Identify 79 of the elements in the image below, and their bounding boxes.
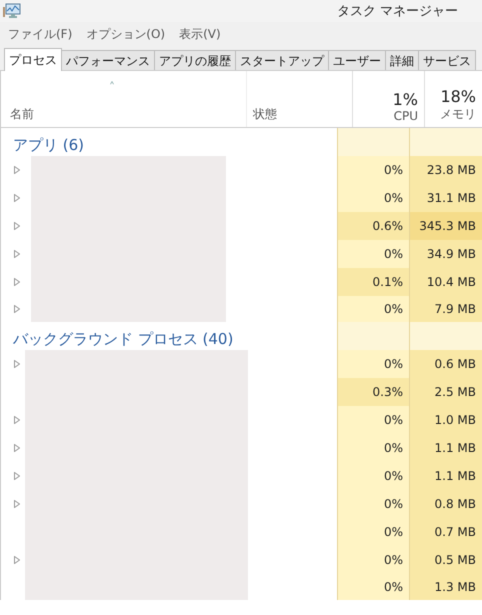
menu-item[interactable]: 表示(V) (179, 26, 221, 42)
cpu-cell: 0% (337, 490, 409, 518)
tab[interactable]: サービス (418, 50, 476, 70)
expand-arrow-icon[interactable] (14, 444, 20, 452)
process-row[interactable]: 0% 0.8 MB (1, 490, 482, 518)
process-row[interactable]: 0% 31.1 MB (1, 184, 482, 212)
process-row[interactable]: 0% 34.9 MB (1, 240, 482, 268)
tab[interactable]: パフォーマンス (61, 50, 155, 70)
tab[interactable]: 詳細 (385, 50, 419, 70)
memory-cell: 0.7 MB (409, 518, 482, 546)
menu-item[interactable]: ファイル(F) (8, 26, 72, 42)
cpu-cell: 0.1% (337, 268, 409, 296)
process-row[interactable]: 0.1% 10.4 MB (1, 268, 482, 296)
expand-arrow-icon[interactable] (14, 360, 20, 368)
memory-cell: 23.8 MB (409, 156, 482, 184)
memory-total: 18% (440, 87, 476, 106)
expand-arrow-icon[interactable] (14, 556, 20, 564)
memory-cell: 10.4 MB (409, 268, 482, 296)
cpu-cell: 0.3% (337, 378, 409, 406)
memory-cell: 31.1 MB (409, 184, 482, 212)
process-row[interactable]: 0% 1.3 MB (1, 574, 482, 600)
memory-cell: 7.9 MB (409, 296, 482, 322)
cpu-cell: 0% (337, 350, 409, 378)
process-row[interactable]: 0% 23.8 MB (1, 156, 482, 184)
column-header[interactable]: 状態 (253, 106, 277, 123)
process-row[interactable]: 0% 1.1 MB (1, 434, 482, 462)
column-header[interactable]: メモリ (440, 106, 476, 123)
memory-cell: 1.1 MB (409, 462, 482, 490)
process-row[interactable]: 0% 7.9 MB (1, 296, 482, 322)
process-row[interactable]: 0.6% 345.3 MB (1, 212, 482, 240)
expand-arrow-icon[interactable] (14, 472, 20, 480)
process-row[interactable]: 0.3% 2.5 MB (1, 378, 482, 406)
memory-cell: 1.3 MB (409, 574, 482, 600)
menu-item[interactable]: オプション(O) (86, 26, 166, 42)
memory-cell: 345.3 MB (409, 212, 482, 240)
expand-arrow-icon[interactable] (14, 194, 20, 202)
expand-arrow-icon[interactable] (14, 222, 20, 230)
group-cpu-cell (337, 128, 409, 156)
cpu-cell: 0% (337, 574, 409, 600)
expand-arrow-icon[interactable] (14, 250, 20, 258)
expand-arrow-icon[interactable] (14, 278, 20, 286)
process-row[interactable]: 0% 1.1 MB (1, 462, 482, 490)
expand-arrow-icon[interactable] (14, 416, 20, 424)
cpu-cell: 0% (337, 240, 409, 268)
cpu-cell: 0% (337, 434, 409, 462)
column-header[interactable]: 名前 (10, 106, 246, 123)
cpu-cell: 0% (337, 462, 409, 490)
cpu-cell: 0% (337, 406, 409, 434)
memory-cell: 34.9 MB (409, 240, 482, 268)
memory-cell: 0.6 MB (409, 350, 482, 378)
memory-cell: 1.1 MB (409, 434, 482, 462)
cpu-cell: 0% (337, 518, 409, 546)
process-row[interactable]: 0% 1.0 MB (1, 406, 482, 434)
memory-cell: 2.5 MB (409, 378, 482, 406)
tab[interactable]: プロセス (4, 48, 62, 71)
process-row[interactable]: 0% 0.5 MB (1, 546, 482, 574)
cpu-cell: 0% (337, 156, 409, 184)
memory-cell: 1.0 MB (409, 406, 482, 434)
process-row[interactable]: 0% 0.6 MB (1, 350, 482, 378)
cpu-cell: 0.6% (337, 212, 409, 240)
monitor-icon (3, 3, 21, 19)
cpu-cell: 0% (337, 184, 409, 212)
group-cpu-cell (337, 322, 409, 350)
tab[interactable]: アプリの履歴 (154, 50, 236, 70)
cpu-cell: 0% (337, 296, 409, 322)
tab[interactable]: スタートアップ (235, 50, 329, 70)
group-title[interactable]: アプリ (6) (13, 136, 84, 156)
cpu-cell: 0% (337, 546, 409, 574)
process-row[interactable]: 0% 0.7 MB (1, 518, 482, 546)
expand-arrow-icon[interactable] (14, 500, 20, 508)
cpu-total: 1% (392, 90, 418, 109)
window-title: タスク マネージャー (336, 3, 458, 20)
group-title[interactable]: バックグラウンド プロセス (40) (13, 330, 234, 350)
expand-arrow-icon[interactable] (14, 166, 20, 174)
memory-cell: 0.5 MB (409, 546, 482, 574)
memory-cell: 0.8 MB (409, 490, 482, 518)
tab[interactable]: ユーザー (328, 50, 386, 70)
expand-arrow-icon[interactable] (14, 305, 20, 313)
column-header[interactable]: CPU (394, 109, 418, 123)
